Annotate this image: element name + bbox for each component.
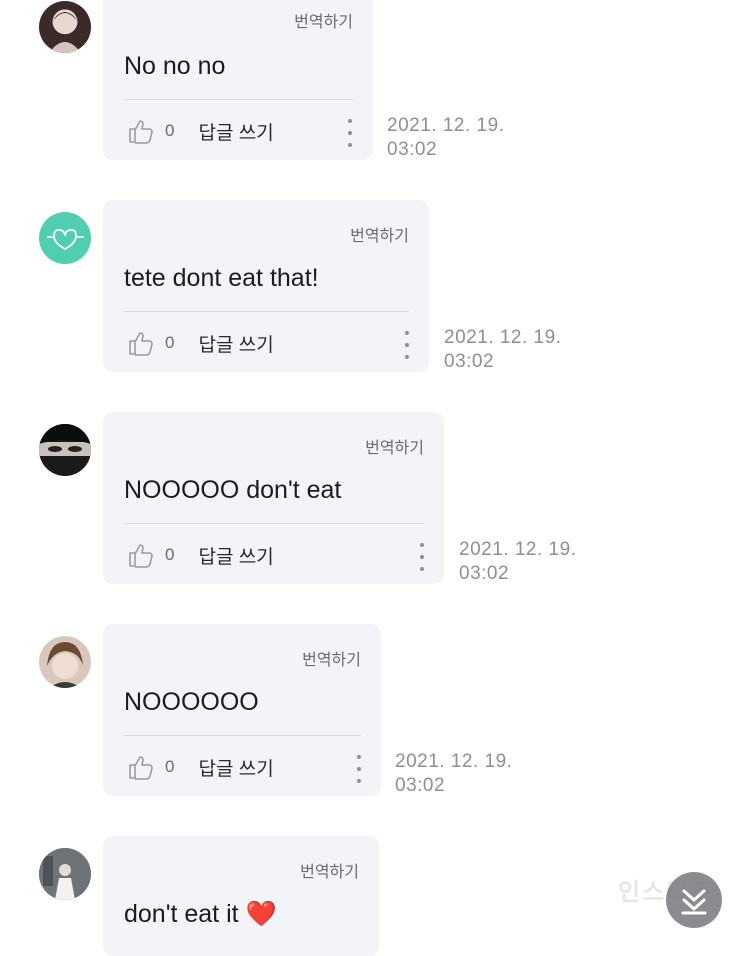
reply-button[interactable]: 답글 쓰기 bbox=[198, 118, 273, 145]
like-count: 0 bbox=[165, 545, 175, 564]
timestamp: 2021. 12. 19. 03:02 bbox=[395, 751, 513, 796]
avatar[interactable] bbox=[39, 424, 91, 476]
comment-text: NOOOOO don't eat bbox=[124, 476, 342, 504]
divider bbox=[124, 99, 353, 100]
comment-bubble: 번역하기 NOOOOOO 0 답글 쓰기 bbox=[103, 624, 381, 796]
timestamp: 2021. 12. 19. 03:02 bbox=[387, 115, 505, 160]
translate-button[interactable]: 번역하기 bbox=[365, 434, 424, 458]
reply-button[interactable]: 답글 쓰기 bbox=[198, 542, 273, 569]
timestamp: 2021. 12. 19. 03:02 bbox=[459, 539, 577, 584]
comment-text: don't eat it ❤️ bbox=[124, 900, 277, 928]
divider bbox=[124, 523, 424, 524]
comment-actions: 0 답글 쓰기 bbox=[127, 116, 274, 146]
scroll-to-bottom-icon[interactable] bbox=[666, 872, 722, 928]
avatar[interactable] bbox=[39, 848, 91, 900]
reply-button[interactable]: 답글 쓰기 bbox=[198, 754, 273, 781]
more-vertical-icon[interactable] bbox=[354, 755, 364, 783]
comment-actions: 0 답글 쓰기 bbox=[127, 540, 274, 570]
timestamp: 2021. 12. 19. 03:02 bbox=[444, 327, 562, 372]
comment-bubble: 번역하기 tete dont eat that! 0 답글 쓰기 bbox=[103, 200, 429, 372]
like-count: 0 bbox=[165, 121, 175, 140]
comment-actions: 0 답글 쓰기 bbox=[127, 752, 274, 782]
divider bbox=[124, 735, 361, 736]
comment-actions: 0 답글 쓰기 bbox=[127, 328, 274, 358]
comment-text: tete dont eat that! bbox=[124, 264, 319, 292]
translate-button[interactable]: 번역하기 bbox=[350, 222, 409, 246]
thumbs-up-icon[interactable] bbox=[127, 329, 155, 357]
more-vertical-icon[interactable] bbox=[345, 119, 355, 147]
translate-button[interactable]: 번역하기 bbox=[300, 858, 359, 882]
heart-icon: ❤️ bbox=[245, 900, 277, 928]
avatar[interactable] bbox=[39, 1, 91, 53]
reply-button[interactable]: 답글 쓰기 bbox=[198, 330, 273, 357]
thumbs-up-icon[interactable] bbox=[127, 117, 155, 145]
more-vertical-icon[interactable] bbox=[402, 331, 412, 359]
comment-bubble: 번역하기 NOOOOO don't eat 0 답글 쓰기 bbox=[103, 412, 444, 584]
translate-button[interactable]: 번역하기 bbox=[302, 646, 361, 670]
avatar[interactable] bbox=[39, 636, 91, 688]
divider bbox=[124, 311, 409, 312]
thumbs-up-icon[interactable] bbox=[127, 753, 155, 781]
comment-bubble: 번역하기 No no no 0 답글 쓰기 bbox=[103, 0, 373, 160]
heart-logo-avatar[interactable] bbox=[39, 212, 91, 264]
more-vertical-icon[interactable] bbox=[417, 543, 427, 571]
comment-text: NOOOOOO bbox=[124, 688, 259, 716]
thumbs-up-icon[interactable] bbox=[127, 541, 155, 569]
comment-bubble: 번역하기 don't eat it ❤️ bbox=[103, 836, 379, 956]
translate-button[interactable]: 번역하기 bbox=[294, 8, 353, 32]
like-count: 0 bbox=[165, 757, 175, 776]
like-count: 0 bbox=[165, 333, 175, 352]
comment-text: No no no bbox=[124, 52, 226, 80]
